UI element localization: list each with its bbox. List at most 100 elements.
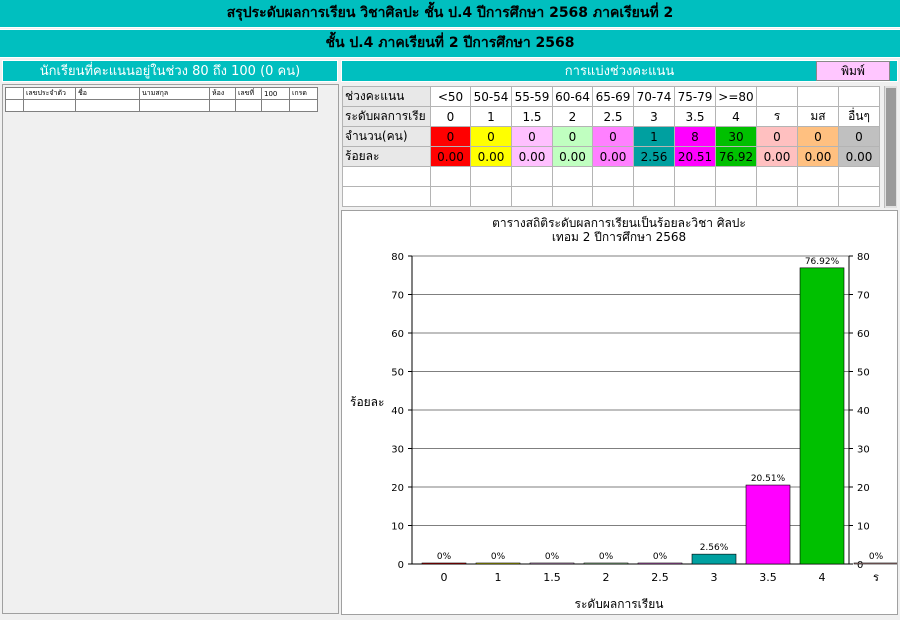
y-tick-label-right: 80 [857,252,870,263]
student-count-cell[interactable]: 0 [552,126,593,147]
empty-cell[interactable] [756,186,798,207]
student-count-cell[interactable]: 30 [715,126,757,147]
score-range-cell[interactable] [838,86,880,107]
student-count-cell[interactable]: 0 [592,126,634,147]
empty-cell[interactable] [756,166,798,187]
empty-cell[interactable] [430,166,471,187]
empty-cell[interactable] [797,166,839,187]
empty-cell[interactable] [511,166,553,187]
table-cell[interactable] [261,99,290,112]
empty-cell[interactable] [552,166,593,187]
row-label-score-range: ช่วงคะแนน [342,86,431,107]
empty-cell[interactable] [674,166,716,187]
percent-cell[interactable]: 0.00 [797,146,839,167]
student-count-cell[interactable]: 0 [470,126,512,147]
score-range-cell[interactable]: 75-79 [674,86,716,107]
percent-cell[interactable]: 0.00 [470,146,512,167]
percent-cell[interactable]: 20.51 [674,146,716,167]
empty-cell[interactable] [430,186,471,207]
table-cell[interactable] [23,99,76,112]
empty-cell[interactable] [838,166,880,187]
percent-cell[interactable]: 76.92 [715,146,757,167]
percent-cell[interactable]: 0.00 [756,146,798,167]
grade-level-cell[interactable]: มส [797,106,839,127]
percent-cell[interactable]: 0.00 [552,146,593,167]
student-count-cell[interactable]: 0 [797,126,839,147]
grade-bar-chart: ตารางสถิติระดับผลการเรียนเป็นร้อยละวิชา … [350,215,897,611]
x-tick-label: 4 [819,571,826,584]
grade-level-cell[interactable]: อื่นๆ [838,106,880,127]
empty-cell[interactable] [511,186,553,207]
score-range-cell[interactable] [797,86,839,107]
y-tick-label: 20 [391,483,404,494]
score-range-cell[interactable] [756,86,798,107]
score-range-cell[interactable]: 70-74 [633,86,675,107]
empty-cell[interactable] [674,186,716,207]
score-range-cell[interactable]: 50-54 [470,86,512,107]
table-cell[interactable] [289,99,318,112]
bar-4 [799,267,845,565]
score-range-cell[interactable]: <50 [430,86,471,107]
table-cell[interactable] [75,99,140,112]
percent-cell[interactable]: 0.00 [592,146,634,167]
score-range-cell[interactable]: 60-64 [552,86,593,107]
grade-chart-panel: ตารางสถิติระดับผลการเรียนเป็นร้อยละวิชา … [341,210,898,615]
student-count-cell[interactable]: 0 [838,126,880,147]
empty-cell[interactable] [592,166,634,187]
table-cell[interactable] [235,99,262,112]
empty-cell[interactable] [838,186,880,207]
empty-cell[interactable] [715,166,757,187]
grade-level-cell[interactable]: 1 [470,106,512,127]
student-count-cell[interactable]: 0 [756,126,798,147]
score-range-cell[interactable]: 65-69 [592,86,634,107]
empty-cell[interactable] [633,166,675,187]
scrollbar-thumb[interactable] [886,88,896,206]
grade-level-cell[interactable]: 2.5 [592,106,634,127]
percent-cell[interactable]: 0.00 [430,146,471,167]
bar-ร [853,562,897,565]
x-tick-label: 3 [711,571,718,584]
y-tick-label-right: 20 [857,483,870,494]
percent-cell[interactable]: 0.00 [511,146,553,167]
vertical-scrollbar[interactable] [884,86,897,208]
column-header-number: เลขที่ [235,87,262,100]
table-cell[interactable] [139,99,210,112]
x-tick-label: 2 [603,571,610,584]
bar-1.5 [529,562,575,565]
table-cell[interactable] [209,99,236,112]
x-tick-label: 3.5 [759,571,777,584]
empty-cell[interactable] [470,166,512,187]
print-button[interactable]: พิมพ์ [816,61,890,81]
percent-cell[interactable]: 2.56 [633,146,675,167]
grade-level-cell[interactable]: 0 [430,106,471,127]
y-tick-label: 50 [391,368,404,379]
empty-cell[interactable] [552,186,593,207]
empty-cell[interactable] [342,166,431,187]
y-tick-label-right: 60 [857,329,870,340]
empty-cell[interactable] [797,186,839,207]
empty-cell[interactable] [633,186,675,207]
empty-cell[interactable] [715,186,757,207]
student-count-cell[interactable]: 8 [674,126,716,147]
table-cell[interactable] [5,99,24,112]
y-tick-label-right: 40 [857,406,870,417]
empty-cell[interactable] [592,186,634,207]
score-range-cell[interactable]: 55-59 [511,86,553,107]
empty-cell[interactable] [342,186,431,207]
grade-level-cell[interactable]: 2 [552,106,593,127]
grade-level-cell[interactable]: ร [756,106,798,127]
student-count-cell[interactable]: 1 [633,126,675,147]
grade-level-cell[interactable]: 4 [715,106,757,127]
student-count-cell[interactable]: 0 [511,126,553,147]
empty-cell[interactable] [470,186,512,207]
column-header-student-id: เลขประจำตัว [23,87,76,100]
bar-2.5 [637,562,683,565]
column-header [5,87,24,100]
score-range-cell[interactable]: >=80 [715,86,757,107]
percent-cell[interactable]: 0.00 [838,146,880,167]
student-count-cell[interactable]: 0 [430,126,471,147]
grade-level-cell[interactable]: 3 [633,106,675,127]
y-tick-label-right: 30 [857,445,870,456]
grade-level-cell[interactable]: 3.5 [674,106,716,127]
grade-level-cell[interactable]: 1.5 [511,106,553,127]
